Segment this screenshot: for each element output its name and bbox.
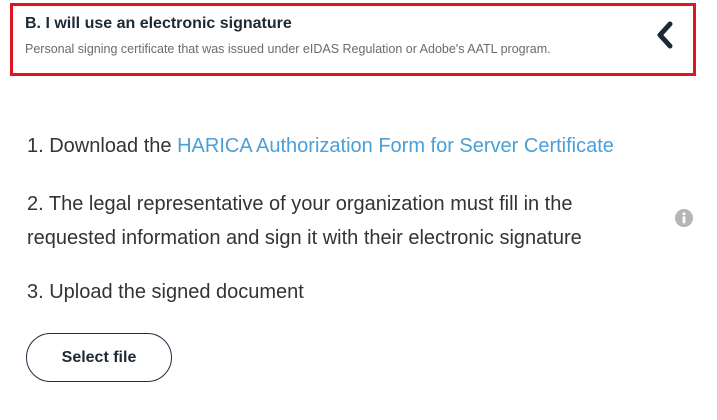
step-fill-and-sign: 2. The legal representative of your orga… [27,193,582,249]
option-title: B. I will use an electronic signature [25,15,292,32]
step-download: 1. Download the HARICA Authorization For… [27,129,614,163]
option-description: Personal signing certificate that was is… [25,42,551,56]
authorization-form-link[interactable]: HARICA Authorization Form for Server Cer… [177,135,614,157]
select-file-button[interactable]: Select file [26,333,172,382]
step-download-text: 1. Download the [27,135,178,157]
chevron-left-icon[interactable] [653,20,677,50]
electronic-signature-option[interactable]: B. I will use an electronic signature Pe… [10,3,696,76]
step-upload: 3. Upload the signed document [27,281,304,303]
info-icon[interactable] [675,209,693,227]
